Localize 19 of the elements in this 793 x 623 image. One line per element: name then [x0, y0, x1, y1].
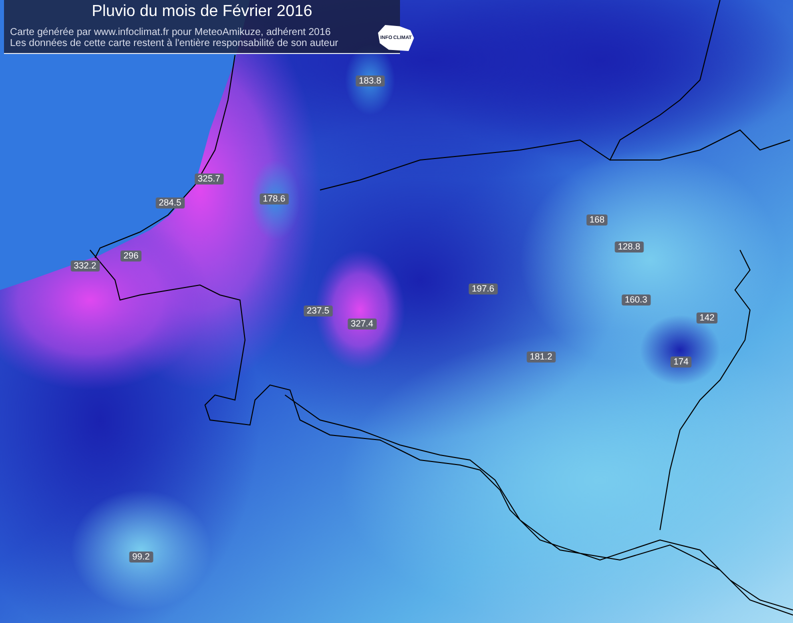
rainfall-value-label: 327.4 [348, 318, 376, 330]
rainfall-value-label: 183.8 [356, 76, 384, 86]
rainfall-value-label: 284.5 [156, 198, 184, 208]
rainfall-value-label: 332.2 [70, 260, 100, 272]
rainfall-value-label: 296 [120, 250, 142, 262]
rainfall-value-label: 181.2 [526, 352, 556, 362]
rainfall-value-label: 325.7 [194, 174, 224, 184]
map-title: Pluvio du mois de Février 2016 [92, 2, 312, 22]
rainfall-value-label: 237.5 [304, 306, 332, 316]
rainfall-value-label: 174 [670, 356, 692, 368]
rainfall-value-label: 160.3 [622, 294, 650, 306]
rainfall-value-label: 128.8 [614, 242, 644, 252]
credit-text: Carte générée par www.infoclimat.fr pour MeteoAmikuze, adhérent 2016 [10, 27, 331, 38]
rainfall-value-label: 197.6 [468, 284, 498, 294]
rainfall-value-label: 168 [586, 214, 608, 226]
rainfall-value-label: 142 [696, 312, 718, 324]
rainfall-value-label: 99.2 [129, 552, 153, 562]
disclaimer-text: Les données de cette carte restent à l'entière responsabilité de son auteur [10, 38, 338, 49]
rainfall-value-label: 178.6 [260, 194, 288, 204]
